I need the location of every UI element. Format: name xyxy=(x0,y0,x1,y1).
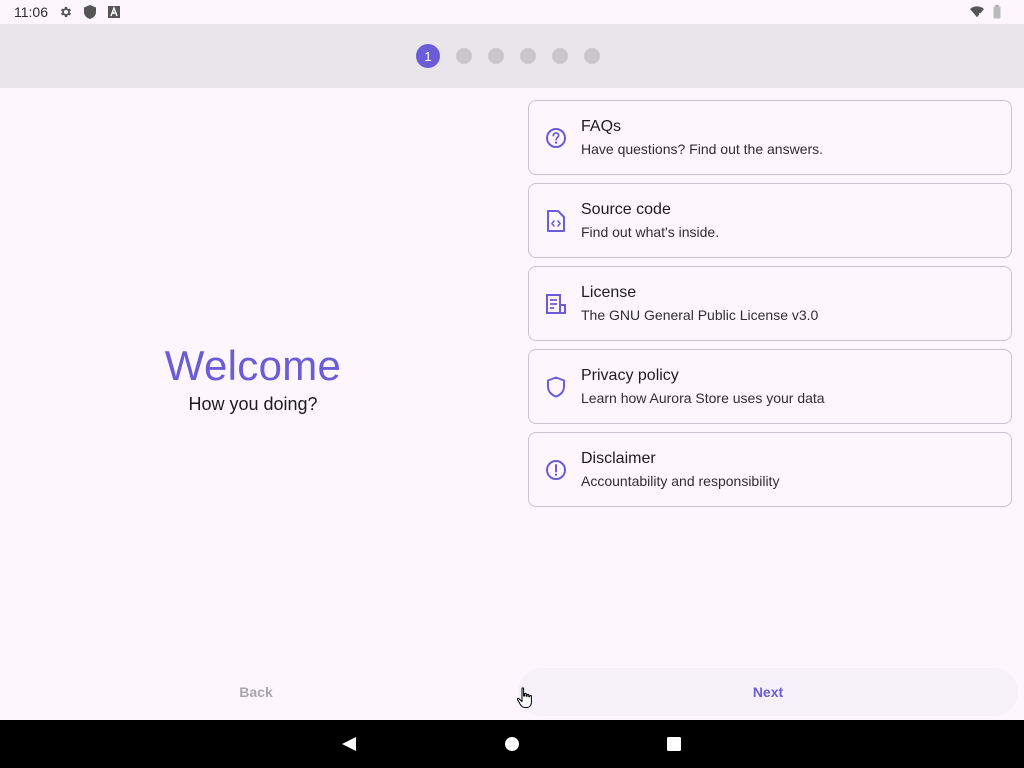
card-title: Privacy policy xyxy=(581,367,679,384)
shield-outline-icon xyxy=(545,376,567,398)
status-time: 11:06 xyxy=(14,4,48,20)
step-indicator xyxy=(456,48,472,64)
battery-icon xyxy=(990,5,1004,19)
source-code-icon xyxy=(545,209,567,232)
card-title: FAQs xyxy=(581,118,622,135)
settings-icon xyxy=(59,5,73,19)
next-button[interactable]: Next xyxy=(518,668,1018,716)
license-card[interactable]: License The GNU General Public License v… xyxy=(528,266,1012,341)
faqs-card[interactable]: FAQs Have questions? Find out the answer… xyxy=(528,100,1012,175)
card-title: Disclaimer xyxy=(581,450,656,467)
wifi-icon xyxy=(970,5,984,19)
card-subtitle: Learn how Aurora Store uses your data xyxy=(581,390,825,406)
shield-icon xyxy=(83,5,97,19)
step-indicator xyxy=(488,48,504,64)
nav-recents-icon[interactable] xyxy=(666,736,682,752)
card-subtitle: Find out what's inside. xyxy=(581,224,720,240)
card-subtitle: The GNU General Public License v3.0 xyxy=(581,307,819,323)
welcome-section: Welcome How you doing? xyxy=(0,88,506,668)
disclaimer-card[interactable]: Disclaimer Accountability and responsibi… xyxy=(528,432,1012,507)
step-indicator xyxy=(584,48,600,64)
privacy-policy-card[interactable]: Privacy policy Learn how Aurora Store us… xyxy=(528,349,1012,424)
card-subtitle: Have questions? Find out the answers. xyxy=(581,141,824,157)
nav-home-icon[interactable] xyxy=(504,736,520,752)
info-links-list: FAQs Have questions? Find out the answer… xyxy=(528,100,1012,515)
step-indicator xyxy=(520,48,536,64)
card-title: Source code xyxy=(581,201,671,218)
back-button[interactable]: Back xyxy=(0,668,512,716)
step-indicator-active: 1 xyxy=(416,44,440,68)
nav-back-icon[interactable] xyxy=(341,736,357,752)
font-icon xyxy=(107,5,121,19)
welcome-subtitle: How you doing? xyxy=(188,393,318,414)
status-right xyxy=(970,5,1010,19)
alert-circle-icon xyxy=(545,459,567,481)
source-code-card[interactable]: Source code Find out what's inside. xyxy=(528,183,1012,258)
step-indicator xyxy=(552,48,568,64)
status-bar: 11:06 xyxy=(0,0,1024,24)
help-circle-icon xyxy=(545,127,567,149)
card-title: License xyxy=(581,284,637,301)
system-navigation-bar xyxy=(0,720,1024,768)
license-icon xyxy=(545,293,567,315)
welcome-title: Welcome xyxy=(164,341,342,389)
card-subtitle: Accountability and responsibility xyxy=(581,473,780,489)
onboarding-stepper: 1 xyxy=(0,24,1024,88)
hand-cursor-icon xyxy=(516,687,532,708)
